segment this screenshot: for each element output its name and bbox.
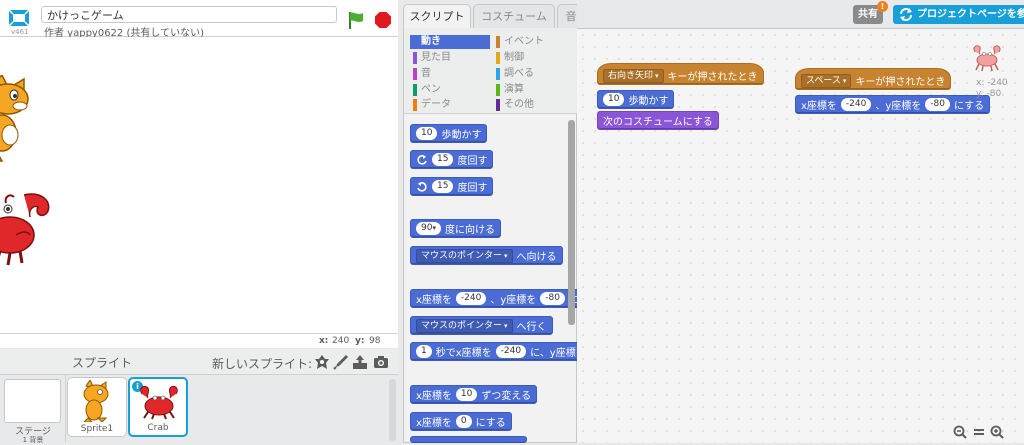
zoom-out-icon[interactable] (953, 425, 967, 439)
sprite-name: Sprite1 (80, 424, 114, 434)
block-change-x[interactable]: x座標を 10 ずつ変える (410, 385, 538, 404)
current-sprite-y: y: -80 (976, 89, 1002, 99)
camera-icon[interactable] (373, 354, 389, 370)
block-set-x[interactable]: x座標を 0 にする (410, 412, 512, 431)
block-go-to-xy-script[interactable]: x座標を -240 、y座標を -80 にする (795, 95, 991, 114)
category-more-blocks[interactable]: その他 (493, 98, 573, 112)
current-sprite-position: x: -240 y: -80 (976, 78, 1008, 100)
block-categories: 動き 見た目 音 ペン データ イベント 制御 調べる 演算 その他 (404, 28, 578, 114)
block-partial[interactable] (410, 436, 527, 443)
stop-icon[interactable] (374, 11, 392, 29)
stage-thumbnail[interactable] (4, 379, 61, 423)
block-point-in-direction[interactable]: 90▾ 度に向ける (410, 219, 501, 238)
block-palette: 動き 見た目 音 ペン データ イベント 制御 調べる 演算 その他 10 歩動か… (403, 28, 592, 443)
zoom-reset-icon[interactable] (972, 425, 986, 439)
category-operators[interactable]: 演算 (493, 83, 573, 97)
project-page-icon (900, 8, 912, 21)
block-turn-left[interactable]: 15 度回す (410, 177, 494, 196)
cat-thumbnail-icon (83, 380, 109, 422)
x-coord-label: x: (319, 336, 329, 346)
sprite-pane: スプライト 新しいスプライト: ステージ 1 背景 Sprite1 i Crab (0, 349, 398, 444)
y-coord-label: y: (355, 336, 365, 346)
zoom-in-icon[interactable] (990, 425, 1004, 439)
stage-backdrop-count: 1 背景 (22, 436, 44, 444)
stage-thumbnail-column[interactable]: ステージ 1 背景 (0, 375, 66, 444)
block-move-steps-script[interactable]: 10 歩動かす (597, 90, 675, 109)
block-when-key-pressed-space[interactable]: スペース ▾ キーが押されたとき (795, 68, 952, 90)
crab-sprite[interactable] (0, 189, 62, 267)
sprite-tile-sprite1[interactable]: Sprite1 (67, 377, 127, 437)
block-move-steps[interactable]: 10 歩動かす (410, 124, 488, 143)
block-when-key-pressed-right[interactable]: 右向き矢印 ▾ キーが押されたとき (597, 63, 764, 85)
block-go-to-xy[interactable]: x座標を-240、y座標を-80に (410, 289, 585, 308)
share-alert-badge: ! (877, 1, 888, 12)
sprite-pane-title: スプライト (72, 356, 133, 370)
x-coord-value: 240 (332, 336, 350, 346)
sprite-list-scrollbar[interactable] (389, 379, 396, 441)
category-control[interactable]: 制御 (493, 51, 573, 65)
presentation-mode-icon[interactable] (6, 7, 32, 29)
current-sprite-x: x: -240 (976, 78, 1008, 88)
tab-scripts[interactable]: スクリプト (403, 4, 471, 29)
choose-sprite-from-library-icon[interactable] (314, 354, 330, 370)
block-turn-right[interactable]: 15 度回す (410, 150, 494, 169)
stage-header: v461 作者 yappy0622 (共有していない) (0, 0, 398, 39)
category-motion[interactable]: 動き (410, 35, 490, 49)
scripts-area[interactable]: 右向き矢印 ▾ キーが押されたとき 10 歩動かす 次のコスチュームにする スペース ▾… (577, 28, 1024, 443)
upload-sprite-icon[interactable] (352, 354, 368, 370)
category-sensing[interactable]: 調べる (493, 67, 573, 81)
version-label: v461 (11, 28, 29, 36)
cat-sprite[interactable] (0, 75, 44, 165)
block-next-costume[interactable]: 次のコスチュームにする (597, 111, 719, 130)
category-sound[interactable]: 音 (410, 67, 490, 81)
rotate-left-icon (417, 181, 427, 192)
project-title-input[interactable] (41, 6, 337, 23)
stage-mouse-coordinates: x: 240 y: 98 (0, 334, 398, 348)
current-sprite-crab-icon (973, 45, 1001, 72)
new-sprite-label: 新しいスプライト: (212, 357, 313, 371)
sprite-name: Crab (147, 423, 169, 433)
palette-scrollbar[interactable] (568, 120, 575, 325)
stage-canvas[interactable] (0, 37, 398, 334)
category-looks[interactable]: 見た目 (410, 51, 490, 65)
y-coord-value: 98 (369, 336, 381, 346)
rotate-right-icon (417, 154, 427, 165)
category-pen[interactable]: ペン (410, 83, 490, 97)
paint-new-sprite-icon[interactable] (333, 354, 349, 370)
block-glide[interactable]: 1 秒でx座標を -240 に、y座標を (410, 342, 592, 361)
sprite-pane-header: スプライト 新しいスプライト: (0, 349, 398, 375)
green-flag-icon[interactable] (346, 10, 366, 30)
block-point-towards[interactable]: マウスのポインター ▾ へ向ける (410, 246, 563, 265)
block-go-to[interactable]: マウスのポインター ▾ へ行く (410, 316, 553, 335)
category-events[interactable]: イベント (493, 35, 573, 49)
crab-thumbnail-icon (140, 385, 178, 420)
sprite-tile-crab[interactable]: i Crab (128, 377, 188, 437)
category-data[interactable]: データ (410, 98, 490, 112)
tab-costumes[interactable]: コスチューム (473, 4, 555, 28)
